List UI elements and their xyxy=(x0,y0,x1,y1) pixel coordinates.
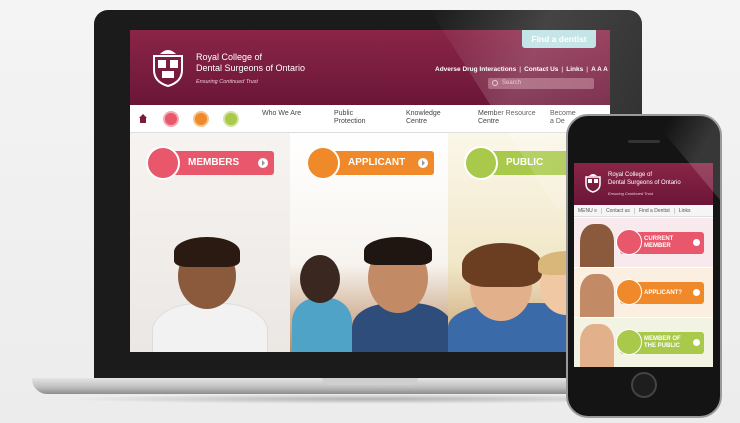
crest-logo-icon[interactable] xyxy=(150,44,186,88)
members-label: MEMBERS xyxy=(188,157,240,168)
links-link[interactable]: Links xyxy=(566,66,583,73)
mobile-current-member-badge[interactable]: CURRENT MEMBER xyxy=(616,229,704,255)
top-links: Adverse Drug Interactions | Contact Us | Lin… xyxy=(435,66,608,73)
chevron-right-icon xyxy=(258,158,268,168)
mobile-contact-link[interactable]: Contact us xyxy=(602,208,635,214)
mobile-menu-button[interactable]: MENU ≡ xyxy=(574,208,603,214)
phone-screen: Royal College of Dental Surgeons of Onta… xyxy=(574,163,713,367)
phone-speaker xyxy=(628,140,660,143)
mobile-member-badge-icon xyxy=(616,229,642,255)
mobile-public-badge-icon xyxy=(616,329,642,355)
laptop-notch xyxy=(322,378,418,385)
tagline: Ensuring Continued Trust xyxy=(196,79,258,85)
public-nav-icon[interactable] xyxy=(223,111,239,127)
org-name[interactable]: Royal College of Dental Surgeons of Onta… xyxy=(196,52,305,74)
org-name-line1: Royal College of xyxy=(196,52,263,62)
main-nav: Who We Are Public Protection Knowledge C… xyxy=(130,105,610,133)
members-panel[interactable]: MEMBERS xyxy=(130,133,290,352)
applicant-label: APPLICANT xyxy=(348,157,406,168)
mobile-row-current-member[interactable]: CURRENT MEMBER xyxy=(574,218,713,267)
mobile-header: Royal College of Dental Surgeons of Onta… xyxy=(574,163,713,205)
mobile-public-photo xyxy=(580,324,614,367)
org-name-line2: Dental Surgeons of Ontario xyxy=(196,63,306,73)
members-badge[interactable]: MEMBERS xyxy=(146,146,274,180)
public-badge-icon xyxy=(464,146,498,180)
mobile-org-name-line1: Royal College of xyxy=(608,172,653,178)
nav-public-protection[interactable]: Public Protection xyxy=(334,110,406,126)
mobile-applicant-photo xyxy=(580,274,614,317)
mobile-public-badge[interactable]: MEMBER OF THE PUBLIC xyxy=(616,329,704,355)
member-photo-hair xyxy=(174,237,240,267)
applicant-panel[interactable]: APPLICANT xyxy=(290,133,448,352)
mobile-find-dentist-link[interactable]: Find a Dentist xyxy=(634,208,675,214)
mobile-links-link[interactable]: Links xyxy=(675,208,695,214)
text-size-control[interactable]: A A A xyxy=(591,66,608,73)
mobile-nav: MENU ≡ Contact us Find a Dentist Links xyxy=(574,205,713,217)
phone-home-button[interactable] xyxy=(631,372,657,398)
chevron-right-icon xyxy=(693,289,700,296)
applicant-photo-hair xyxy=(364,237,432,265)
mobile-tagline: Ensuring Continued Trust xyxy=(608,191,654,196)
laptop-screen: Royal College of Dental Surgeons of Onta… xyxy=(130,30,610,352)
nav-knowledge-centre[interactable]: Knowledge Centre xyxy=(406,110,478,126)
site-header: Royal College of Dental Surgeons of Onta… xyxy=(130,30,610,105)
applicant-badge-icon xyxy=(306,146,340,180)
contact-us-link[interactable]: Contact Us xyxy=(524,66,558,73)
mobile-org-name-line2: Dental Surgeons of Ontario xyxy=(608,180,681,186)
public-label: PUBLIC xyxy=(506,157,544,168)
nav-who-we-are[interactable]: Who We Are xyxy=(262,110,334,126)
members-badge-icon xyxy=(146,146,180,180)
members-nav-icon[interactable] xyxy=(163,111,179,127)
member-photo-body xyxy=(152,303,268,352)
search-placeholder: Search xyxy=(502,80,522,86)
mobile-org-name: Royal College of Dental Surgeons of Onta… xyxy=(608,171,681,187)
mobile-crest-logo-icon[interactable] xyxy=(584,170,602,194)
chevron-right-icon xyxy=(693,339,700,346)
nav-member-resource-centre[interactable]: Member Resource Centre xyxy=(478,110,550,126)
applicant-badge[interactable]: APPLICANT xyxy=(306,146,434,180)
mobile-row-applicant[interactable]: APPLICANT? xyxy=(574,268,713,317)
mobile-row-public[interactable]: MEMBER OF THE PUBLIC xyxy=(574,318,713,367)
home-icon[interactable] xyxy=(139,114,147,123)
mobile-applicant-badge[interactable]: APPLICANT? xyxy=(616,279,704,305)
adverse-drug-link[interactable]: Adverse Drug Interactions xyxy=(435,66,516,73)
chevron-right-icon xyxy=(693,239,700,246)
chevron-right-icon xyxy=(418,158,428,168)
applicant-photo-back-body xyxy=(292,298,352,352)
search-icon xyxy=(492,80,498,86)
search-input[interactable]: Search xyxy=(488,78,594,89)
applicant-photo-back-head xyxy=(300,255,340,303)
find-dentist-button[interactable]: Find a dentist xyxy=(522,30,596,48)
mobile-member-photo xyxy=(580,224,614,267)
mobile-applicant-badge-icon xyxy=(616,279,642,305)
public-photo-mother-hair xyxy=(462,243,542,287)
applicant-nav-icon[interactable] xyxy=(193,111,209,127)
